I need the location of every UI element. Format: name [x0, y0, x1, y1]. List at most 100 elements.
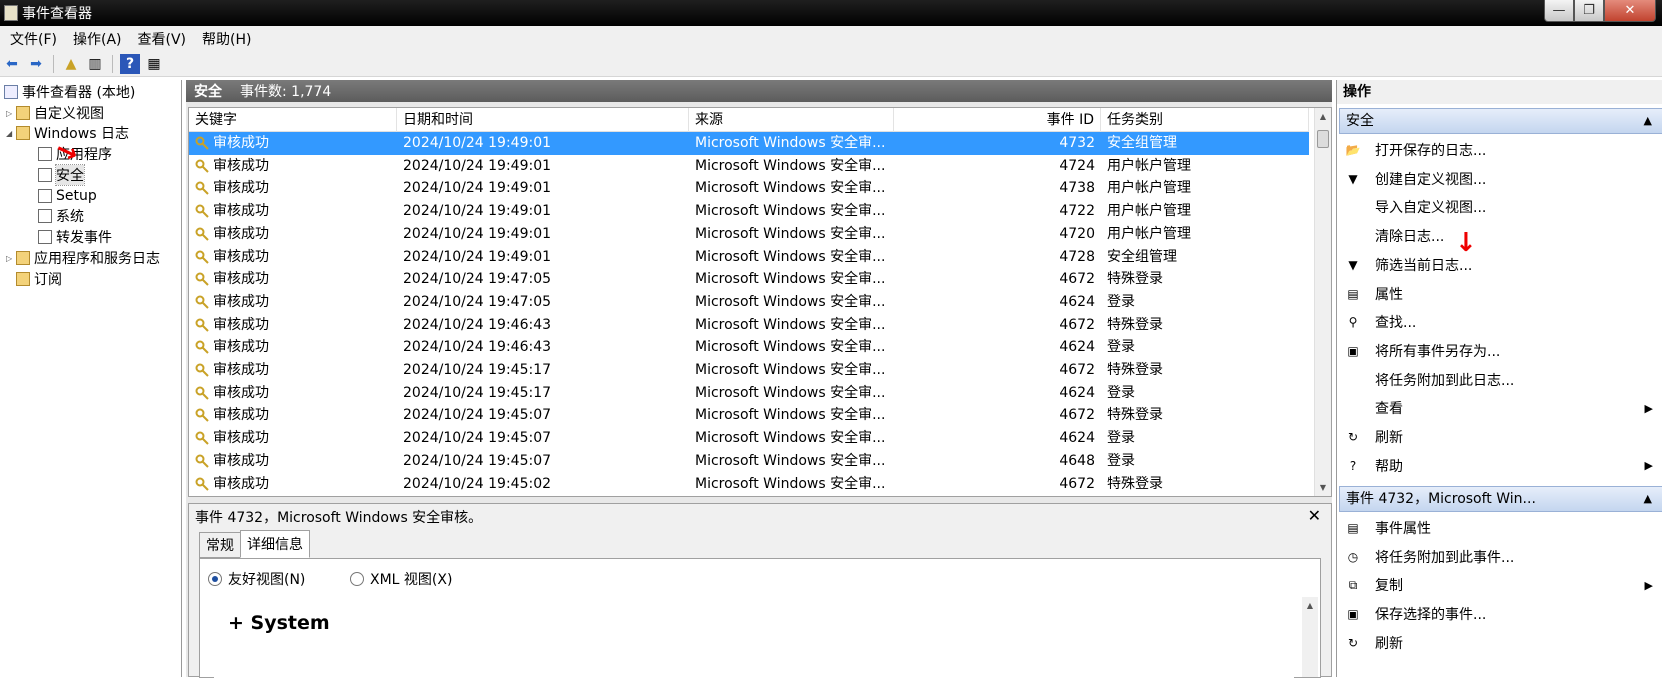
- cell-datetime: 2024/10/24 19:49:01: [403, 135, 552, 151]
- tree-custom-views[interactable]: ▷ 自定义视图: [6, 103, 104, 123]
- cell-datetime: 2024/10/24 19:45:02: [403, 475, 552, 492]
- action-item[interactable]: ◷ 将任务附加到此事件...: [1341, 543, 1661, 571]
- tree-log-setup[interactable]: Setup: [38, 186, 97, 206]
- column-task-category[interactable]: 任务类别: [1101, 108, 1309, 132]
- table-row[interactable]: 审核成功 2024/10/24 19:45:02 Microsoft Windows…: [189, 473, 1309, 496]
- action-item[interactable]: ▤ 属性: [1341, 280, 1661, 308]
- action-item[interactable]: ▼ 创建自定义视图...: [1341, 165, 1661, 193]
- menu-view[interactable]: 查看(V): [130, 29, 195, 49]
- table-row[interactable]: 审核成功 2024/10/24 19:45:07 Microsoft Windows…: [189, 450, 1309, 473]
- table-row[interactable]: 审核成功 2024/10/24 19:49:01 Microsoft Windows…: [189, 177, 1309, 200]
- table-row[interactable]: 审核成功 2024/10/24 19:49:01 Microsoft Windows…: [189, 132, 1309, 155]
- submenu-arrow-icon: ▶: [1644, 578, 1653, 592]
- table-row[interactable]: 审核成功 2024/10/24 19:46:43 Microsoft Windows…: [189, 314, 1309, 337]
- column-source[interactable]: 来源: [689, 108, 894, 132]
- column-event-id[interactable]: 事件 ID: [894, 108, 1101, 132]
- table-row[interactable]: 审核成功 2024/10/24 19:49:01 Microsoft Windows…: [189, 200, 1309, 223]
- collapse-icon[interactable]: ◢: [6, 129, 16, 138]
- maximize-button[interactable]: ❐: [1574, 0, 1604, 22]
- radio-checked-icon[interactable]: [208, 572, 222, 586]
- log-icon: [38, 189, 52, 203]
- tree-log-application[interactable]: 应用程序: [38, 144, 112, 164]
- tree-log-security[interactable]: 安全: [38, 164, 85, 186]
- table-row[interactable]: 审核成功 2024/10/24 19:49:01 Microsoft Windows…: [189, 223, 1309, 246]
- cell-datetime: 2024/10/24 19:46:43: [403, 339, 552, 356]
- action-item[interactable]: 查看 ▶: [1341, 394, 1661, 422]
- back-arrow-icon[interactable]: ⬅: [2, 54, 22, 74]
- expand-icon[interactable]: ▷: [6, 109, 16, 118]
- column-keyword[interactable]: 关键字: [189, 108, 397, 132]
- cell-event-id: 4624: [1059, 339, 1095, 356]
- action-item[interactable]: ↻ 刷新: [1341, 423, 1661, 451]
- action-item[interactable]: ⚲ 查找...: [1341, 308, 1661, 336]
- minimize-button[interactable]: —: [1544, 0, 1574, 22]
- action-item[interactable]: ▼ 筛选当前日志...: [1341, 251, 1661, 279]
- scroll-up-icon[interactable]: ▲: [1302, 597, 1318, 614]
- actions-section-security[interactable]: 安全 ▲: [1339, 108, 1662, 134]
- toolbar-separator: [53, 55, 54, 73]
- action-item[interactable]: ? 帮助 ▶: [1341, 452, 1661, 480]
- column-datetime[interactable]: 日期和时间: [397, 108, 689, 132]
- scroll-thumb[interactable]: [1317, 130, 1329, 148]
- table-row[interactable]: 审核成功 2024/10/24 19:45:07 Microsoft Windows…: [189, 427, 1309, 450]
- scroll-up-icon[interactable]: ▲: [1315, 108, 1331, 125]
- collapse-up-icon[interactable]: ▲: [1644, 109, 1652, 133]
- radio-unchecked-icon[interactable]: [350, 572, 364, 586]
- close-icon[interactable]: ✕: [1308, 506, 1321, 525]
- table-row[interactable]: 审核成功 2024/10/24 19:45:17 Microsoft Windows…: [189, 382, 1309, 405]
- tree-app-service-logs[interactable]: ▷ 应用程序和服务日志: [6, 248, 160, 268]
- action-label: 打开保存的日志...: [1375, 143, 1487, 159]
- tree-log-system[interactable]: 系统: [38, 206, 84, 226]
- close-button[interactable]: ✕: [1604, 0, 1656, 22]
- cell-task-category: 特殊登录: [1107, 407, 1163, 424]
- table-row[interactable]: 审核成功 2024/10/24 19:45:17 Microsoft Windows…: [189, 359, 1309, 382]
- event-list-scrollbar[interactable]: ▲ ▼: [1314, 108, 1331, 496]
- cell-task-category: 特殊登录: [1107, 475, 1163, 492]
- action-item[interactable]: 将任务附加到此日志...: [1341, 366, 1661, 394]
- table-row[interactable]: 审核成功 2024/10/24 19:47:05 Microsoft Windows…: [189, 268, 1309, 291]
- action-item[interactable]: 📂 打开保存的日志...: [1341, 136, 1661, 164]
- menu-help[interactable]: 帮助(H): [194, 29, 259, 49]
- table-row[interactable]: 审核成功 2024/10/24 19:49:01 Microsoft Windows…: [189, 155, 1309, 178]
- help-icon[interactable]: ?: [120, 54, 140, 74]
- action-item[interactable]: ▣ 保存选择的事件...: [1341, 600, 1661, 628]
- system-node[interactable]: + System: [228, 612, 330, 634]
- tree-log-forwarded[interactable]: 转发事件: [38, 227, 112, 247]
- action-item[interactable]: ↻ 刷新: [1341, 629, 1661, 657]
- tree-subscriptions[interactable]: 订阅: [16, 269, 62, 289]
- expand-icon[interactable]: ▷: [6, 254, 16, 263]
- table-row[interactable]: 审核成功 2024/10/24 19:49:01 Microsoft Windows…: [189, 246, 1309, 269]
- menu-action[interactable]: 操作(A): [65, 29, 130, 49]
- tab-general[interactable]: 常规: [199, 532, 241, 558]
- cell-keyword: 审核成功: [213, 203, 269, 220]
- cell-task-category: 特殊登录: [1107, 362, 1163, 378]
- action-item[interactable]: ⧉ 复制 ▶: [1341, 571, 1661, 599]
- friendly-view-option[interactable]: 友好视图(N): [208, 569, 305, 589]
- action-item[interactable]: 导入自定义视图...: [1341, 193, 1661, 221]
- actions-section-event[interactable]: 事件 4732，Microsoft Win... ▲: [1339, 486, 1662, 512]
- key-icon: [195, 295, 209, 309]
- action-item[interactable]: 清除日志...: [1341, 222, 1661, 250]
- tab-details[interactable]: 详细信息: [240, 530, 310, 558]
- cell-event-id: 4648: [1059, 452, 1095, 469]
- table-row[interactable]: 审核成功 2024/10/24 19:47:05 Microsoft Windows…: [189, 291, 1309, 314]
- action-label: 将所有事件另存为...: [1375, 343, 1501, 360]
- xml-view-option[interactable]: XML 视图(X): [350, 569, 452, 589]
- tree-root-label: 事件查看器 (本地): [22, 85, 136, 101]
- action-item[interactable]: ▤ 事件属性: [1341, 514, 1661, 542]
- action-item[interactable]: ▣ 将所有事件另存为...: [1341, 337, 1661, 365]
- tree-root[interactable]: 事件查看器 (本地): [4, 82, 135, 102]
- action-pane-icon[interactable]: ▦: [144, 54, 164, 74]
- detail-scrollbar[interactable]: ▲: [1302, 597, 1318, 677]
- show-tree-icon[interactable]: ▥: [85, 54, 105, 74]
- tree-windows-logs[interactable]: ◢ Windows 日志: [6, 123, 129, 143]
- menu-file[interactable]: 文件(F): [2, 29, 65, 49]
- collapse-up-icon[interactable]: ▲: [1644, 487, 1652, 511]
- up-folder-icon[interactable]: ▲: [61, 54, 81, 74]
- forward-arrow-icon[interactable]: ➡: [26, 54, 46, 74]
- table-row[interactable]: 审核成功 2024/10/24 19:46:43 Microsoft Windows…: [189, 336, 1309, 359]
- scroll-down-icon[interactable]: ▼: [1315, 479, 1331, 496]
- table-row[interactable]: 审核成功 2024/10/24 19:45:07 Microsoft Windows…: [189, 404, 1309, 427]
- cell-task-category: 安全组管理: [1107, 248, 1177, 265]
- event-viewer-icon: [4, 5, 18, 21]
